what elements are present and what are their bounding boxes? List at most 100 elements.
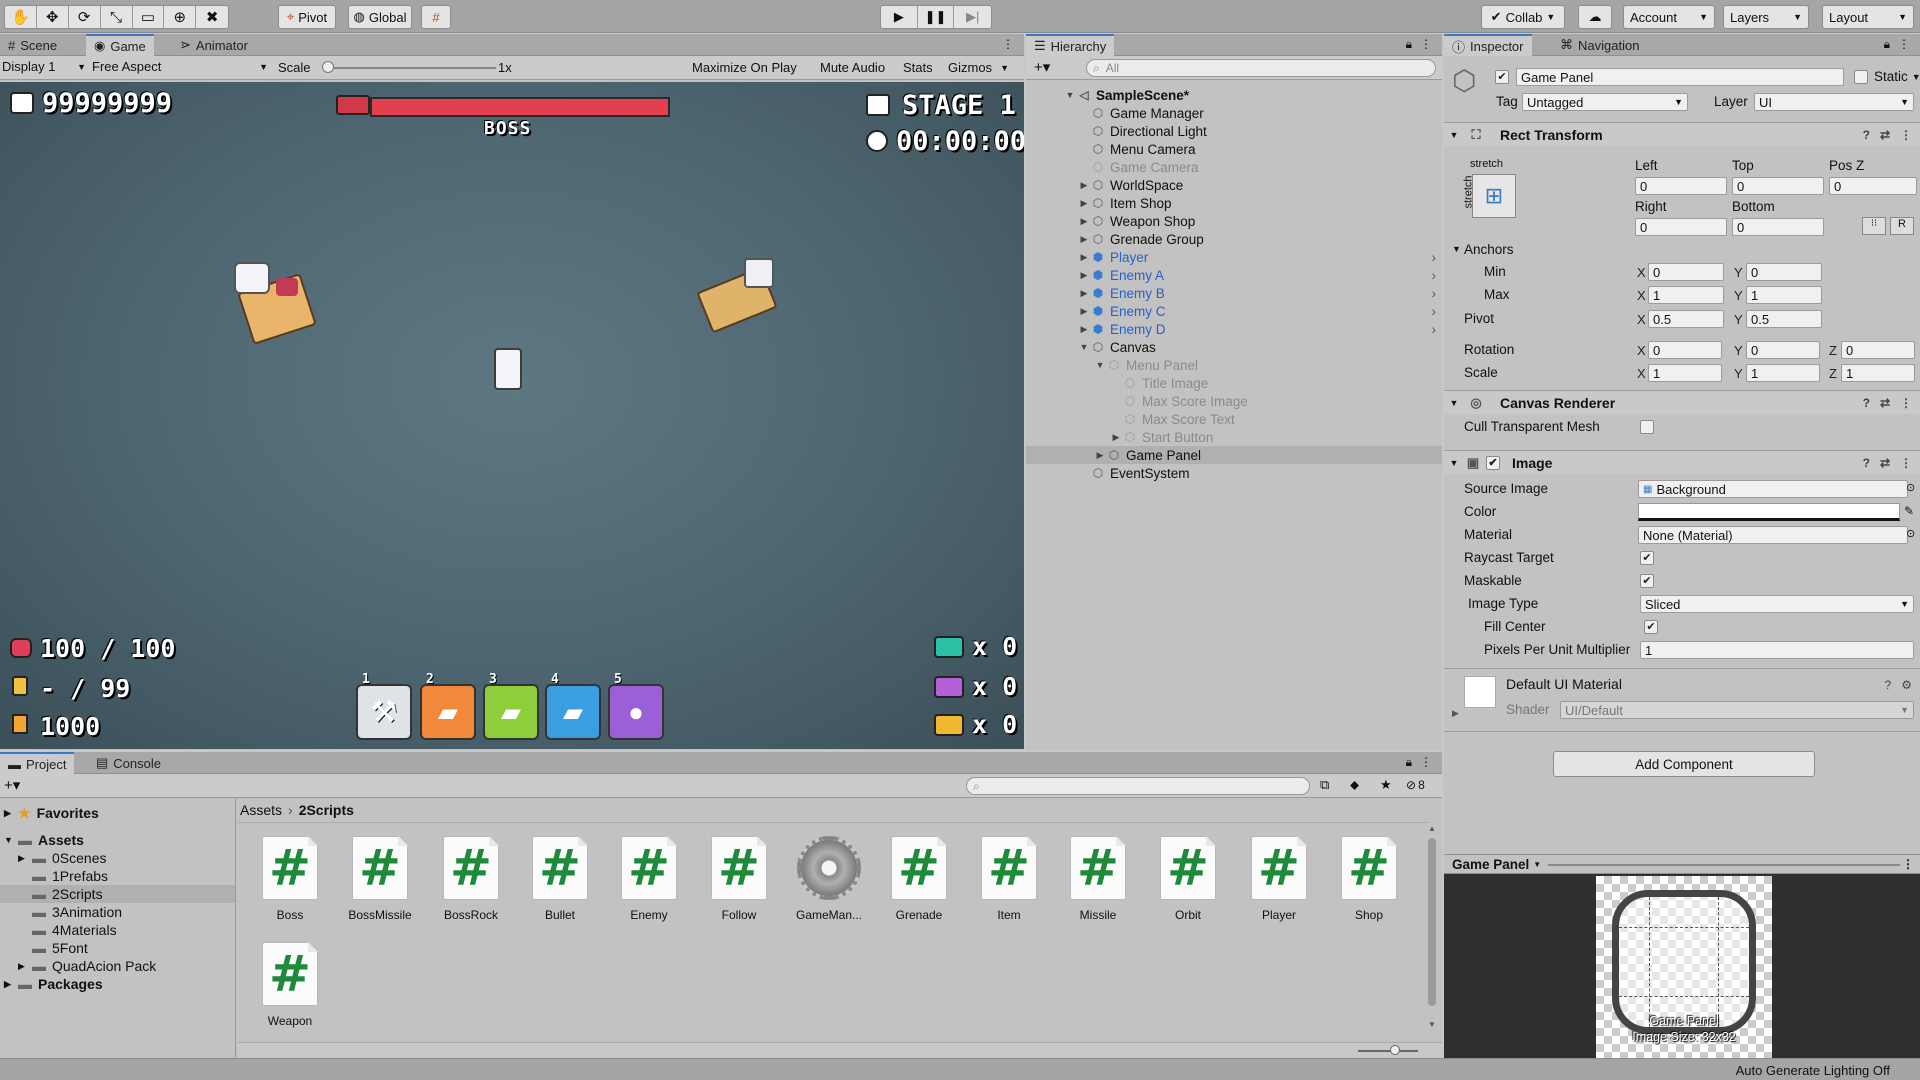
hierarchy-item-directional-light[interactable]: ⬡ Directional Light	[1026, 122, 1442, 140]
image-type-dropdown[interactable]: Sliced ▼	[1640, 595, 1914, 613]
collapse-arrow-icon[interactable]: ▼	[1444, 458, 1464, 468]
panel-menu-icon[interactable]: ⋮	[1002, 37, 1014, 51]
tab-game[interactable]: ◉ Game	[86, 34, 154, 56]
canvas-renderer-header[interactable]: ▼ ◎ Canvas Renderer ? ⇄ ⋮	[1444, 390, 1920, 414]
folder-item[interactable]: ▬ 4Materials	[0, 921, 235, 939]
tab-console[interactable]: ▤ Console	[88, 752, 169, 774]
anchor-min-y-input[interactable]: 0	[1746, 263, 1822, 281]
expand-arrow-icon[interactable]: ▶	[1078, 180, 1090, 191]
raycast-target-checkbox[interactable]: ✔	[1640, 551, 1654, 565]
open-prefab-arrow-icon[interactable]: ›	[1432, 250, 1437, 265]
expand-arrow-icon[interactable]: ▶	[4, 808, 18, 819]
create-add-icon[interactable]: +▾	[1034, 58, 1050, 76]
open-prefab-arrow-icon[interactable]: ›	[1432, 322, 1437, 337]
expand-arrow-icon[interactable]: ▶	[1078, 198, 1090, 209]
panel-menu-icon[interactable]: ⋮	[1898, 37, 1910, 51]
scale-y-input[interactable]: 1	[1746, 364, 1820, 382]
anchor-presets-button[interactable]: ⊞	[1472, 174, 1516, 218]
expand-arrow-icon[interactable]: ▼	[1094, 360, 1106, 370]
hierarchy-item-enemy-b[interactable]: ▶ ⬢ Enemy B ›	[1026, 284, 1442, 302]
custom-tool-icon[interactable]: ✖	[196, 6, 228, 28]
tab-inspector[interactable]: ⓘ Inspector	[1444, 34, 1532, 56]
layers-dropdown[interactable]: Layers ▼	[1723, 5, 1809, 29]
expand-arrow-icon[interactable]: ▶	[1078, 234, 1090, 245]
script-asset-boss[interactable]: # Boss	[248, 836, 332, 936]
tag-dropdown[interactable]: Untagged ▼	[1522, 93, 1688, 111]
move-tool-icon[interactable]: ✥	[37, 6, 69, 28]
posz-input[interactable]: 0	[1829, 177, 1917, 195]
settings-gear-icon[interactable]: ⚙	[1901, 678, 1912, 692]
panel-menu-icon[interactable]: ⋮	[1902, 857, 1914, 871]
expand-arrow-icon[interactable]: ▼	[4, 835, 18, 845]
hierarchy-item-canvas[interactable]: ▼ ⬡ Canvas	[1026, 338, 1442, 356]
component-menu-icon[interactable]: ⋮	[1900, 396, 1912, 410]
preset-icon[interactable]: ⇄	[1880, 128, 1890, 142]
expand-arrow-icon[interactable]: ▶	[4, 979, 18, 990]
blueprint-mode-button[interactable]: ⁝⁝	[1862, 217, 1886, 235]
active-checkbox[interactable]: ✔	[1495, 70, 1509, 84]
script-asset-enemy[interactable]: # Enemy	[607, 836, 691, 936]
script-asset-bossrock[interactable]: # BossRock	[429, 836, 513, 936]
hierarchy-item-start-button[interactable]: ▶ ⬡ Start Button	[1026, 428, 1442, 446]
preset-icon[interactable]: ⇄	[1880, 396, 1890, 410]
script-asset-follow[interactable]: # Follow	[697, 836, 781, 936]
right-input[interactable]: 0	[1635, 218, 1727, 236]
scene-root[interactable]: ▼ ◁ SampleScene*	[1026, 86, 1442, 104]
object-picker-icon[interactable]: ⊙	[1906, 481, 1915, 494]
expand-arrow-icon[interactable]: ▼	[1078, 342, 1090, 352]
hierarchy-item-game-panel[interactable]: ▶ ⬡ Game Panel	[1026, 446, 1442, 464]
preview-drag-handle[interactable]	[1548, 864, 1900, 866]
collab-dropdown[interactable]: ✔ Collab ▼	[1481, 5, 1565, 29]
maskable-checkbox[interactable]: ✔	[1640, 574, 1654, 588]
tab-hierarchy[interactable]: ☰ Hierarchy	[1026, 34, 1115, 56]
pivot-y-input[interactable]: 0.5	[1746, 310, 1822, 328]
material-field[interactable]: None (Material)	[1638, 526, 1908, 544]
scale-slider-thumb[interactable]	[322, 61, 334, 73]
open-prefab-arrow-icon[interactable]: ›	[1432, 268, 1437, 283]
hierarchy-item-max-score-image[interactable]: ⬡ Max Score Image	[1026, 392, 1442, 410]
grid-snap-button[interactable]: #	[421, 5, 451, 29]
tab-animator[interactable]: ⋗ Animator	[172, 34, 256, 56]
hand-tool-icon[interactable]: ✋	[5, 6, 37, 28]
expand-arrow-icon[interactable]: ▶	[1078, 288, 1090, 299]
scroll-down-icon[interactable]: ▼	[1428, 1020, 1436, 1029]
search-by-label-icon[interactable]: ⬥	[1350, 777, 1359, 793]
expand-arrow-icon[interactable]: ▶	[18, 961, 32, 972]
component-menu-icon[interactable]: ⋮	[1900, 128, 1912, 142]
scale-tool-icon[interactable]: ⤡	[101, 6, 133, 28]
source-image-field[interactable]: ▦ Background	[1638, 480, 1908, 498]
play-button[interactable]: ▶	[881, 6, 918, 28]
static-dropdown[interactable]: Static ▼	[1874, 69, 1920, 84]
hierarchy-item-enemy-a[interactable]: ▶ ⬢ Enemy A ›	[1026, 266, 1442, 284]
script-asset-bullet[interactable]: # Bullet	[518, 836, 602, 936]
script-asset-shop[interactable]: # Shop	[1327, 836, 1411, 936]
script-asset-orbit[interactable]: # Orbit	[1146, 836, 1230, 936]
scroll-up-icon[interactable]: ▲	[1428, 824, 1436, 833]
static-checkbox[interactable]	[1854, 70, 1868, 84]
script-asset-missile[interactable]: # Missile	[1056, 836, 1140, 936]
mute-audio-toggle[interactable]: Mute Audio	[820, 60, 885, 75]
hierarchy-item-menu-panel[interactable]: ▼ ⬡ Menu Panel	[1026, 356, 1442, 374]
lock-icon[interactable]: 🔒︎	[1884, 37, 1890, 52]
pause-button[interactable]: ❚❚	[918, 6, 955, 28]
rotate-tool-icon[interactable]: ⟳	[69, 6, 101, 28]
raw-edit-mode-button[interactable]: R	[1890, 217, 1914, 235]
gizmos-dropdown[interactable]: Gizmos ▼	[948, 60, 1009, 75]
folder-item[interactable]: ▬ 3Animation	[0, 903, 235, 921]
rect-tool-icon[interactable]: ▭	[133, 6, 165, 28]
expand-arrow-icon[interactable]: ▶	[1078, 306, 1090, 317]
hierarchy-item-menu-camera[interactable]: ⬡ Menu Camera	[1026, 140, 1442, 158]
add-component-button[interactable]: Add Component	[1553, 751, 1815, 777]
ppu-multiplier-input[interactable]: 1	[1640, 641, 1914, 659]
preview-header[interactable]: Game Panel ▼ ⋮	[1444, 854, 1920, 874]
scale-x-input[interactable]: 1	[1648, 364, 1722, 382]
game-viewport[interactable]: 99999999 BOSS STAGE 1 00:00:00 100 / 100…	[0, 82, 1024, 749]
layer-dropdown[interactable]: UI ▼	[1754, 93, 1914, 111]
expand-arrow-icon[interactable]: ▶	[1078, 324, 1090, 335]
scale-slider[interactable]	[326, 67, 496, 69]
anchor-min-x-input[interactable]: 0	[1648, 263, 1724, 281]
eyedropper-icon[interactable]: ✎	[1904, 504, 1914, 518]
pivot-toggle[interactable]: ⌖ Pivot	[278, 5, 336, 29]
rotation-x-input[interactable]: 0	[1648, 341, 1722, 359]
color-swatch[interactable]	[1638, 503, 1900, 521]
